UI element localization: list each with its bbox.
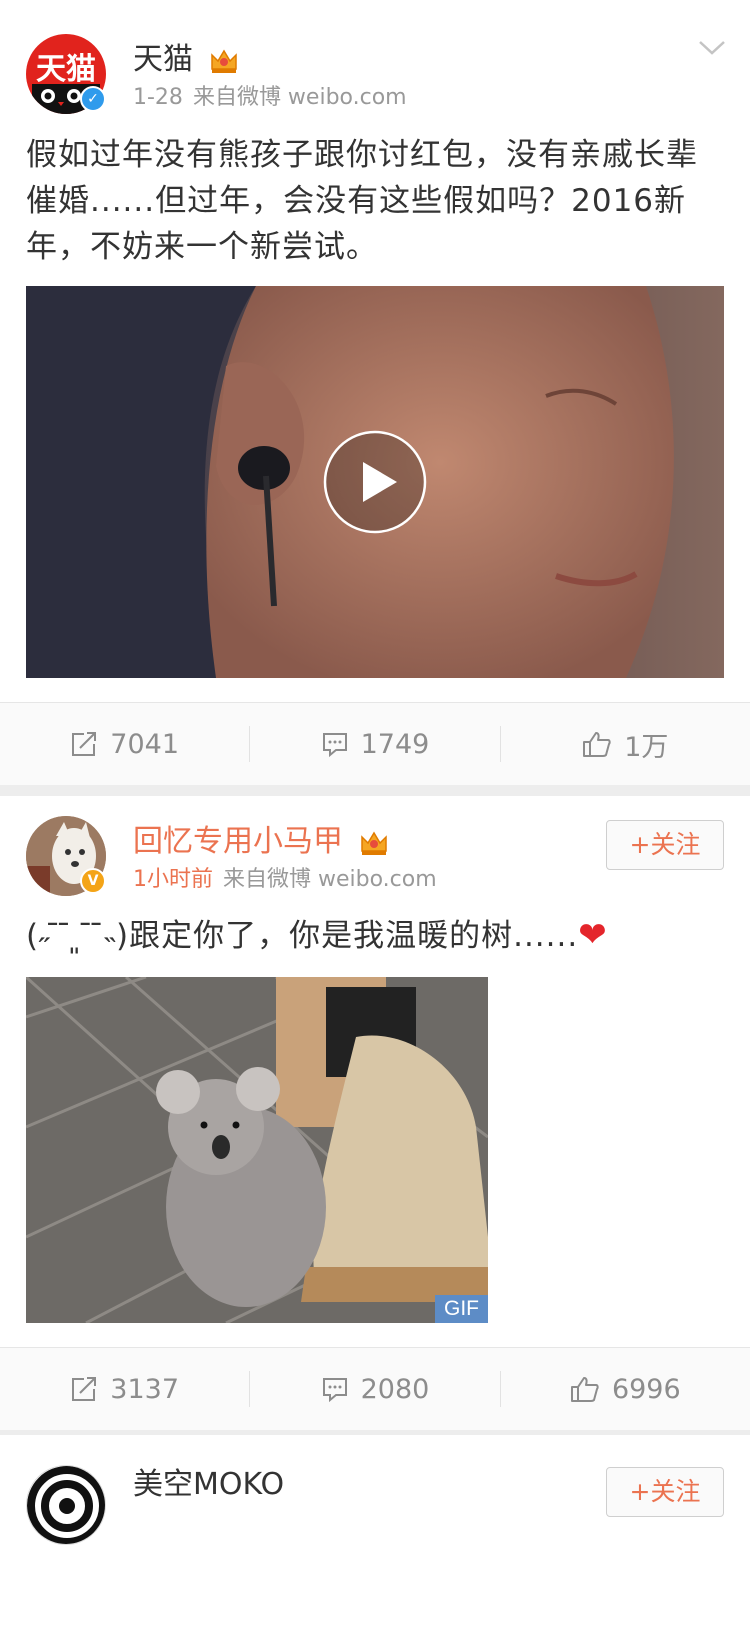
heart-emoji: ❤	[578, 915, 608, 955]
post-time: 1小时前	[133, 867, 213, 892]
author-avatar[interactable]	[26, 1465, 106, 1545]
post-source: 来自微博 weibo.com	[192, 85, 407, 110]
comment-icon	[322, 1378, 347, 1403]
post-text: (˶ ̄ ̄ ͈ ̄ ̄˵)跟定你了，你是我温暖的树......❤	[26, 912, 724, 959]
comment-button[interactable]: 1749	[249, 726, 499, 762]
follow-button[interactable]: +关注	[606, 1467, 724, 1517]
like-count: 6996	[611, 1373, 681, 1405]
comment-count: 1749	[360, 728, 430, 760]
post-text-body: (˶ ̄ ̄ ͈ ̄ ̄˵)跟定你了，你是我温暖的树......	[26, 918, 579, 954]
comment-count: 2080	[360, 1373, 430, 1405]
crown-icon	[360, 831, 387, 855]
like-button[interactable]: 6996	[499, 1371, 750, 1407]
crown-icon	[210, 49, 237, 73]
post-header: 美空MOKO +关注	[0, 1435, 750, 1553]
post-header: 天猫 ✓ 天猫 1-28 来自微博 weibo.com	[0, 0, 750, 118]
like-icon	[583, 732, 611, 757]
post-time: 1-28	[133, 85, 183, 110]
feed-post-2: V 回忆专用小马甲 1小时前 来自微博 weibo.com +关注 (˶ ̄ ̄ …	[0, 796, 750, 1430]
post-header: V 回忆专用小马甲 1小时前 来自微博 weibo.com +关注	[0, 796, 750, 900]
like-button[interactable]: 1万	[499, 726, 750, 763]
author-name[interactable]: 回忆专用小马甲	[133, 822, 389, 862]
author-name[interactable]: 美空MOKO	[133, 1465, 284, 1505]
repost-icon	[72, 732, 97, 756]
post-action-bar: 7041 1749 1万	[0, 702, 750, 785]
comment-icon	[322, 733, 347, 758]
verified-badge: ✓	[80, 86, 106, 112]
avatar-image	[27, 1466, 105, 1544]
repost-icon	[72, 1377, 97, 1401]
feed-post-1: 天猫 ✓ 天猫 1-28 来自微博 weibo.com 假如过年没有熊孩子跟你讨红…	[0, 0, 750, 785]
comment-button[interactable]: 2080	[249, 1371, 499, 1407]
gif-frame-image	[26, 977, 488, 1323]
post-text: 假如过年没有熊孩子跟你讨红包，没有亲戚长辈催婚......但过年，会没有这些假如…	[26, 137, 698, 265]
verified-badge: V	[80, 868, 106, 894]
post-source: 来自微博 weibo.com	[223, 867, 437, 892]
follow-button[interactable]: +关注	[606, 820, 724, 870]
repost-count: 3137	[110, 1373, 180, 1405]
play-icon[interactable]	[323, 430, 427, 534]
post-meta: 1-28 来自微博 weibo.com	[133, 84, 407, 112]
like-count: 1万	[624, 731, 669, 763]
like-icon	[570, 1377, 599, 1402]
repost-button[interactable]: 7041	[0, 726, 249, 762]
chevron-down-icon[interactable]	[698, 40, 726, 56]
repost-count: 7041	[110, 728, 180, 760]
author-name-text[interactable]: 天猫	[133, 42, 193, 77]
video-thumbnail[interactable]	[26, 286, 724, 678]
author-name-text[interactable]: 美空MOKO	[133, 1467, 284, 1502]
author-name-text[interactable]: 回忆专用小马甲	[133, 824, 343, 859]
author-name[interactable]: 天猫	[133, 40, 239, 80]
gif-label: GIF	[435, 1295, 488, 1323]
feed-post-3: 美空MOKO +关注	[0, 1435, 750, 1635]
gif-thumbnail[interactable]: GIF	[26, 977, 488, 1323]
post-meta: 1小时前 来自微博 weibo.com	[133, 866, 437, 894]
repost-button[interactable]: 3137	[0, 1371, 249, 1407]
post-action-bar: 3137 2080 6996	[0, 1347, 750, 1430]
